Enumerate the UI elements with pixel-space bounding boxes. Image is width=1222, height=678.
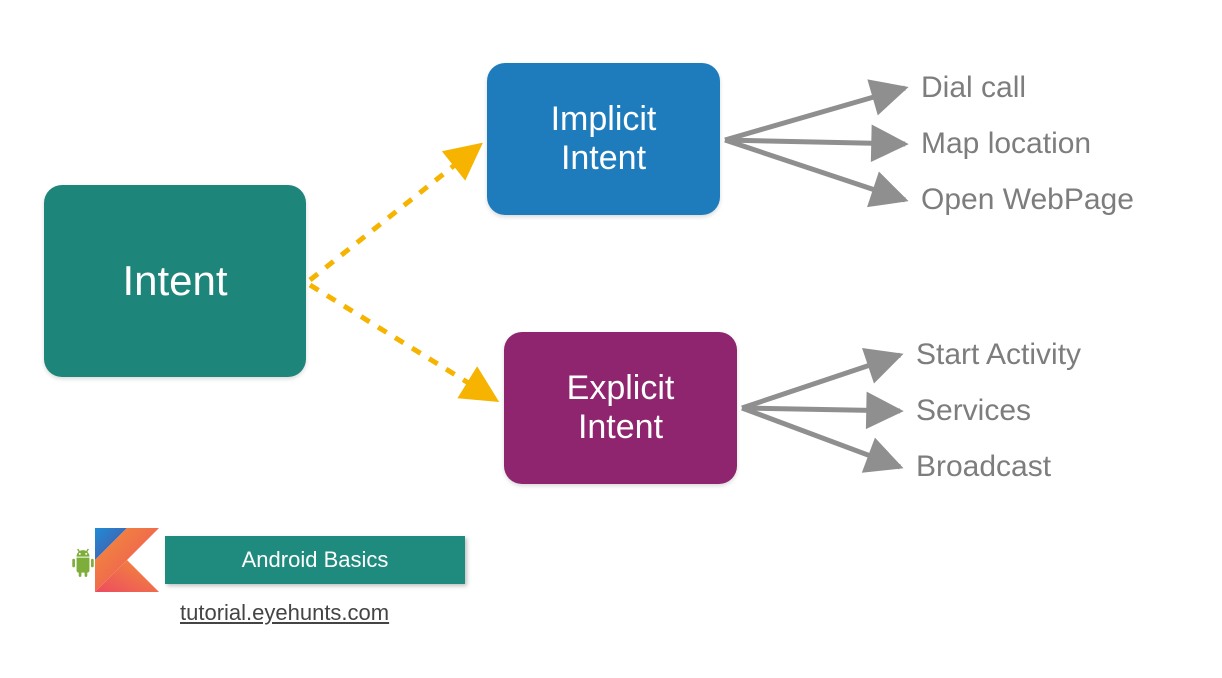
badge-wrap: Android Basics [70, 530, 490, 590]
edge-explicit-services [742, 408, 900, 411]
node-intent: Intent [44, 185, 306, 377]
leaf-start-activity: Start Activity [916, 338, 1081, 372]
leaf-broadcast: Broadcast [916, 450, 1051, 484]
android-icon [70, 548, 96, 578]
node-explicit-intent: Explicit Intent [504, 332, 737, 484]
edge-implicit-web [725, 140, 905, 200]
badge-android-basics: Android Basics [165, 536, 465, 584]
edge-implicit-dial [725, 88, 905, 140]
node-explicit-label: Explicit Intent [567, 369, 675, 447]
tutorial-link[interactable]: tutorial.eyehunts.com [180, 600, 389, 626]
badge-label: Android Basics [242, 547, 389, 573]
kotlin-icon [95, 528, 159, 592]
edge-explicit-activity [742, 355, 900, 408]
edge-intent-explicit [310, 285, 496, 400]
edge-explicit-broadcast [742, 408, 900, 467]
leaf-open-webpage: Open WebPage [921, 183, 1134, 217]
edge-intent-implicit [310, 145, 480, 280]
leaf-map-location: Map location [921, 127, 1091, 161]
edge-implicit-map [725, 140, 905, 144]
footer: Android Basics tutorial.eyehunts.com [70, 530, 490, 590]
leaf-services: Services [916, 394, 1031, 428]
tutorial-link-text: tutorial.eyehunts.com [180, 600, 389, 625]
node-implicit-label: Implicit Intent [551, 100, 657, 178]
leaf-dial-call: Dial call [921, 71, 1026, 105]
node-implicit-intent: Implicit Intent [487, 63, 720, 215]
node-intent-label: Intent [122, 257, 227, 305]
